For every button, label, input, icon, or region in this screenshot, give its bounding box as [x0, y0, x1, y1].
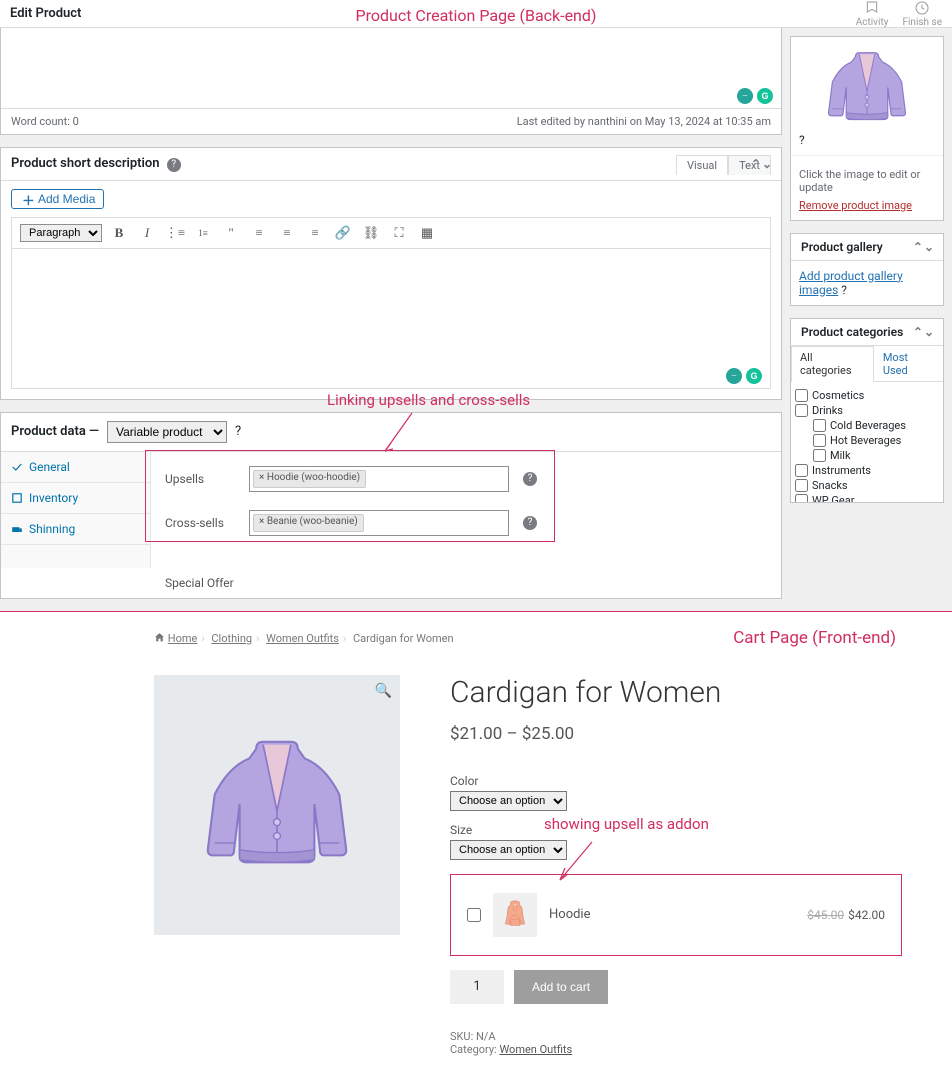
bc-home[interactable]: Home [168, 632, 198, 645]
addon-name: Hoodie [549, 907, 795, 922]
upsells-input[interactable]: × Hoodie (woo-hoodie) [249, 466, 509, 492]
category-label: Category: [450, 1043, 499, 1056]
fullscreen-icon[interactable]: ⛶ [388, 222, 410, 244]
location-badge-icon[interactable]: ⎯ [737, 88, 753, 104]
bold-icon[interactable]: B [108, 222, 130, 244]
upsells-label: Upsells [165, 472, 235, 486]
cat-drinks[interactable]: Drinks [795, 403, 939, 418]
annotation-linking: Linking upsells and cross-sells [327, 391, 530, 409]
annotation-frontend: Cart Page (Front-end) [733, 628, 896, 648]
word-count: Word count: 0 [11, 115, 79, 128]
sku: SKU: N/A [450, 1030, 902, 1043]
unlink-icon[interactable]: ⛓ [360, 222, 382, 244]
cat-hot-beverages[interactable]: Hot Beverages [795, 433, 939, 448]
link-icon[interactable]: 🔗 [332, 222, 354, 244]
short-desc-title: Product short description [11, 156, 160, 171]
page-title: Edit Product [10, 6, 81, 21]
help-icon[interactable]: ? [841, 283, 847, 297]
help-icon[interactable]: ? [523, 472, 537, 486]
cat-wp-gear[interactable]: WP Gear [795, 493, 939, 502]
annotation-backend: Product Creation Page (Back-end) [356, 6, 597, 25]
align-right-icon[interactable]: ≡ [304, 222, 326, 244]
addon-thumb [493, 893, 537, 937]
annotation-addon: showing upsell as addon [544, 815, 709, 833]
bc-clothing[interactable]: Clothing [211, 632, 252, 645]
product-type-select[interactable]: Variable product [107, 421, 227, 443]
finish-setup-button[interactable]: Finish se [902, 0, 942, 28]
editor-toolbar: Paragraph B I ⋮≡ 1≡ " ≡ ≡ ≡ 🔗 ⛓ ⛶ ▦ [11, 217, 771, 249]
category-link[interactable]: Women Outfits [499, 1043, 572, 1056]
more-icon[interactable]: ▦ [416, 222, 438, 244]
addon-checkbox[interactable] [467, 908, 481, 922]
cross-sell-token[interactable]: × Beanie (woo-beanie) [253, 514, 364, 532]
cat-cosmetics[interactable]: Cosmetics [795, 388, 939, 403]
cat-cold-beverages[interactable]: Cold Beverages [795, 418, 939, 433]
tab-inventory[interactable]: Inventory [1, 483, 150, 514]
editor-textarea[interactable]: ⎯ G [11, 249, 771, 389]
gallery-title: Product gallery [801, 240, 883, 254]
format-select[interactable]: Paragraph [20, 224, 102, 242]
align-center-icon[interactable]: ≡ [276, 222, 298, 244]
cat-milk[interactable]: Milk [795, 448, 939, 463]
help-icon[interactable]: ? [235, 424, 241, 439]
cross-sells-input[interactable]: × Beanie (woo-beanie) [249, 510, 509, 536]
addon-new-price: $42.00 [848, 908, 885, 922]
product-image[interactable] [817, 45, 917, 130]
addon-row: Hoodie $45.00 $42.00 [450, 874, 902, 956]
cat-snacks[interactable]: Snacks [795, 478, 939, 493]
bc-current: Cardigan for Women [353, 632, 454, 645]
add-to-cart-button[interactable]: Add to cart [514, 970, 608, 1004]
product-main-image[interactable]: 🔍 [154, 675, 400, 935]
cross-sells-label: Cross-sells [165, 516, 235, 530]
cat-instruments[interactable]: Instruments [795, 463, 939, 478]
help-icon[interactable]: ? [799, 133, 805, 147]
upsell-token[interactable]: × Hoodie (woo-hoodie) [253, 470, 366, 488]
cat-tab-all[interactable]: All categories [791, 346, 874, 382]
help-icon[interactable]: ? [523, 516, 537, 530]
color-label: Color [450, 774, 902, 788]
add-media-button[interactable]: Add Media [11, 189, 104, 209]
product-price: $21.00 – $25.00 [450, 724, 902, 744]
italic-icon[interactable]: I [136, 222, 158, 244]
home-icon [154, 632, 165, 643]
image-hint: Click the image to edit or update [799, 164, 935, 198]
quote-icon[interactable]: " [220, 222, 242, 244]
collapse-toggle[interactable] [751, 157, 771, 171]
cat-tab-most-used[interactable]: Most Used [874, 346, 943, 381]
add-gallery-link[interactable]: Add product gallery images [799, 269, 903, 297]
location-badge-icon[interactable]: ⎯ [726, 368, 742, 384]
tab-shipping[interactable]: Shinning [1, 514, 150, 545]
product-title: Cardigan for Women [450, 675, 902, 710]
tab-general[interactable]: General [1, 452, 150, 483]
categories-title: Product categories [801, 325, 903, 339]
special-offer-label: Special Offer [1, 568, 781, 598]
align-left-icon[interactable]: ≡ [248, 222, 270, 244]
collapse-toggle[interactable] [913, 240, 933, 254]
grammarly-icon[interactable]: G [757, 88, 773, 104]
addon-old-price: $45.00 [807, 908, 844, 922]
remove-image-link[interactable]: Remove product image [799, 199, 912, 212]
grammarly-icon[interactable]: G [746, 368, 762, 384]
collapse-toggle[interactable] [913, 325, 933, 339]
product-data-title: Product data — [11, 424, 99, 439]
bc-women-outfits[interactable]: Women Outfits [266, 632, 339, 645]
number-list-icon[interactable]: 1≡ [192, 222, 214, 244]
tab-visual[interactable]: Visual [676, 155, 728, 175]
last-edited: Last edited by nanthini on May 13, 2024 … [517, 115, 771, 128]
bullet-list-icon[interactable]: ⋮≡ [164, 222, 186, 244]
quantity-input[interactable]: 1 [450, 970, 504, 1004]
color-select[interactable]: Choose an option [450, 791, 567, 811]
help-icon[interactable]: ? [167, 158, 181, 172]
activity-button[interactable]: Activity [856, 0, 889, 28]
zoom-icon[interactable]: 🔍 [375, 683, 392, 699]
